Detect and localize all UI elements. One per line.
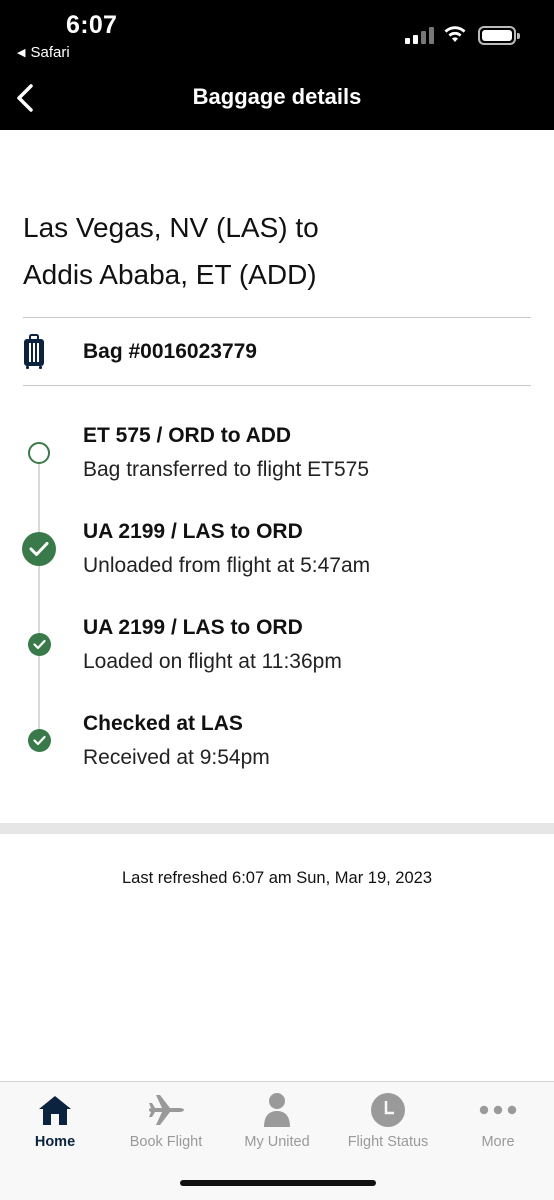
page-title: Baggage details	[192, 84, 362, 109]
back-to-app-link[interactable]: ◀ Safari	[17, 44, 70, 61]
clock-icon	[371, 1093, 405, 1127]
back-app-label: Safari	[30, 44, 70, 61]
tab-more[interactable]: More	[443, 1090, 553, 1150]
checkmark-icon	[28, 729, 51, 752]
tab-label: More	[481, 1134, 515, 1150]
route-origin: Las Vegas, NV (LAS) to	[23, 212, 319, 243]
top-bar: 6:07 ◀ Safari Baggage details	[0, 0, 554, 130]
divider	[23, 385, 531, 386]
event-title: UA 2199 / LAS to ORD	[83, 520, 303, 543]
tab-label: Book Flight	[129, 1134, 203, 1150]
tab-home[interactable]: Home	[0, 1090, 110, 1150]
back-arrow-icon: ◀	[17, 47, 26, 59]
battery-icon	[478, 26, 520, 45]
more-dots-icon	[479, 1105, 517, 1115]
event-description: Received at 9:54pm	[83, 746, 270, 769]
last-refreshed-text: Last refreshed 6:07 am Sun, Mar 19, 2023	[121, 869, 433, 887]
wifi-icon	[444, 26, 466, 42]
bag-number: Bag #0016023779	[83, 340, 257, 363]
tab-label: Flight Status	[347, 1134, 429, 1150]
event-description: Unloaded from flight at 5:47am	[83, 554, 371, 577]
home-icon	[39, 1096, 71, 1125]
tab-my-united[interactable]: My United	[222, 1090, 332, 1150]
checkmark-icon	[22, 532, 56, 566]
status-time: 6:07	[66, 11, 118, 39]
tab-label: My United	[244, 1134, 310, 1150]
checkmark-icon	[28, 633, 51, 656]
event-description: Bag transferred to flight ET575	[83, 458, 369, 481]
luggage-icon	[23, 334, 67, 370]
cellular-signal-icon	[405, 26, 434, 44]
tab-book-flight[interactable]: Book Flight	[111, 1090, 221, 1150]
pending-circle-icon	[28, 442, 50, 464]
route-destination: Addis Ababa, ET (ADD)	[23, 259, 317, 290]
tab-label: Home	[34, 1134, 76, 1150]
timeline-line	[38, 453, 40, 743]
section-separator	[0, 823, 554, 834]
tab-flight-status[interactable]: Flight Status	[333, 1090, 443, 1150]
home-indicator	[180, 1180, 376, 1186]
event-title: Checked at LAS	[83, 712, 243, 735]
event-description: Loaded on flight at 11:36pm	[83, 650, 342, 673]
route-heading: Las Vegas, NV (LAS) to Addis Ababa, ET (…	[23, 204, 523, 298]
event-title: UA 2199 / LAS to ORD	[83, 616, 303, 639]
divider	[23, 317, 531, 318]
airplane-icon	[149, 1095, 184, 1125]
event-title: ET 575 / ORD to ADD	[83, 424, 292, 447]
person-icon	[264, 1093, 290, 1127]
bag-row: Bag #0016023779	[23, 330, 531, 374]
